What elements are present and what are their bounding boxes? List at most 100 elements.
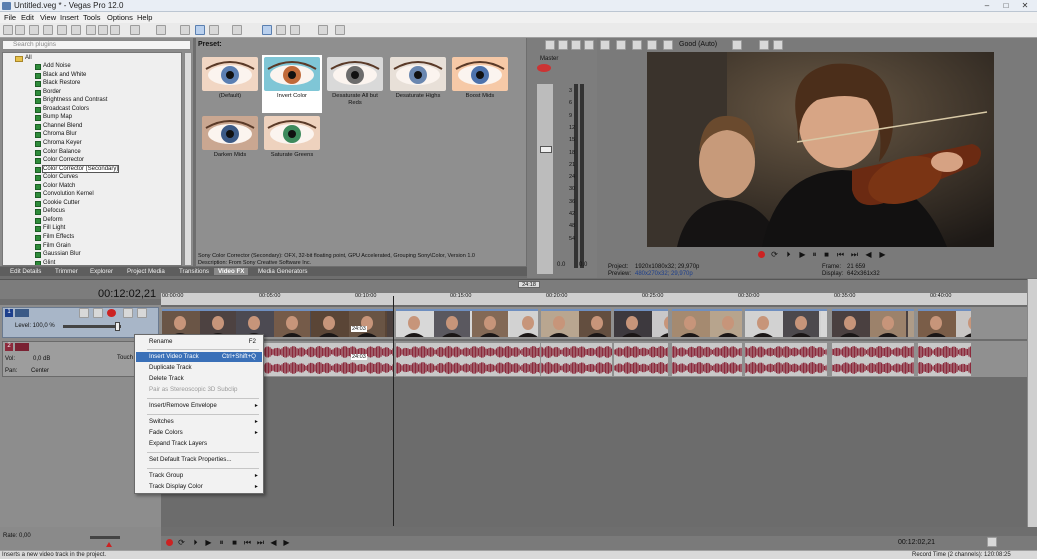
- fx-tree-scrollbar[interactable]: [184, 52, 192, 266]
- properties-icon[interactable]: [71, 25, 81, 35]
- maximize-button[interactable]: □: [999, 1, 1013, 10]
- go-to-start-icon[interactable]: ⏮: [243, 538, 252, 547]
- context-menu-item[interactable]: Insert Video Track Ctrl+Shift+Q: [136, 352, 262, 362]
- minimize-button[interactable]: –: [980, 1, 994, 10]
- open-icon[interactable]: [15, 25, 25, 35]
- context-menu-item[interactable]: Delete Track: [136, 374, 262, 384]
- preview-stop-icon[interactable]: ■: [822, 250, 831, 259]
- audio-clip[interactable]: [745, 343, 827, 376]
- fx-tree-item[interactable]: Border: [43, 89, 61, 95]
- context-menu-item[interactable]: Expand Track Layers: [136, 439, 262, 449]
- audio-clip[interactable]: [918, 343, 971, 376]
- preview-loop-icon[interactable]: ⟳: [770, 250, 779, 259]
- preview-quality-select[interactable]: Good (Auto): [679, 41, 717, 48]
- context-menu-item[interactable]: Switches ▸: [136, 417, 262, 427]
- render-icon[interactable]: [57, 25, 67, 35]
- tab-edit-details[interactable]: Edit Details: [6, 268, 45, 275]
- tab-project-media[interactable]: Project Media: [123, 268, 169, 275]
- fx-tree-item[interactable]: Color Corrector: [43, 157, 84, 163]
- fx-tree-item[interactable]: Fill Light: [43, 225, 65, 231]
- pause-icon[interactable]: ⏸: [217, 538, 226, 547]
- video-clip[interactable]: [311, 309, 393, 337]
- redo-icon[interactable]: [156, 25, 166, 35]
- play-icon[interactable]: ▶: [204, 538, 213, 547]
- menu-view[interactable]: View: [40, 13, 56, 22]
- preview-play-icon[interactable]: ▶: [798, 250, 807, 259]
- tab-trimmer[interactable]: Trimmer: [51, 268, 82, 275]
- overlays-icon[interactable]: [663, 40, 673, 50]
- timeline-vertical-scrollbar[interactable]: [1027, 279, 1037, 527]
- menu-help[interactable]: Help: [137, 13, 152, 22]
- track-mute-icon[interactable]: [123, 308, 133, 318]
- lock-envelopes-icon[interactable]: [318, 25, 328, 35]
- normal-edit-tool-icon[interactable]: [195, 25, 205, 35]
- fx-tree-item[interactable]: Channel Blend: [43, 123, 82, 129]
- preset-item[interactable]: Boost Mids: [450, 55, 510, 113]
- fx-tree-item[interactable]: Black Restore: [43, 80, 80, 86]
- audio-clip[interactable]: [672, 343, 742, 376]
- external-monitor-icon[interactable]: [616, 40, 626, 50]
- preview-go-to-end-icon[interactable]: ⏭: [850, 250, 859, 259]
- menu-edit[interactable]: Edit: [21, 13, 34, 22]
- previous-frame-icon[interactable]: ◀: [269, 538, 278, 547]
- fx-tree-item[interactable]: Color Corrector (Secondary): [41, 164, 120, 173]
- mixer-mute-icon[interactable]: [571, 40, 581, 50]
- copy-icon[interactable]: [98, 25, 108, 35]
- automation-mode[interactable]: Touch: [117, 355, 133, 361]
- split-screen-icon[interactable]: [647, 40, 657, 50]
- tab-transitions[interactable]: Transitions: [175, 268, 213, 275]
- trim-icon[interactable]: [180, 25, 190, 35]
- envelope-tool-icon[interactable]: [209, 25, 219, 35]
- timeline-ruler[interactable]: 00:00:00 00:05:00 00:10:00 00:15:00 00:2…: [161, 293, 1027, 305]
- video-clip[interactable]: [832, 309, 914, 337]
- save-as-icon[interactable]: [43, 25, 53, 35]
- copy-snapshot-icon[interactable]: [759, 40, 769, 50]
- preview-next-frame-icon[interactable]: ▶: [878, 250, 887, 259]
- cut-icon[interactable]: [86, 25, 96, 35]
- menu-options[interactable]: Options: [107, 13, 133, 22]
- new-icon[interactable]: [3, 25, 13, 35]
- audio-clip[interactable]: [614, 343, 668, 376]
- fx-tree-item[interactable]: Cookie Cutter: [43, 200, 80, 206]
- preset-item[interactable]: (Default): [200, 55, 260, 113]
- fx-tree-item[interactable]: Black and White: [43, 72, 86, 78]
- cursor-timecode[interactable]: 00:12:02,21: [98, 288, 156, 300]
- playhead-cursor[interactable]: [393, 296, 394, 526]
- ignore-grouping-icon[interactable]: [335, 25, 345, 35]
- preview-pause-icon[interactable]: ⏸: [810, 250, 819, 259]
- save-icon[interactable]: [29, 25, 39, 35]
- fx-tree-item[interactable]: Convolution Kernel: [43, 191, 94, 197]
- context-menu-item[interactable]: Insert/Remove Envelope ▸: [136, 401, 262, 411]
- auto-crossfade-icon[interactable]: [276, 25, 286, 35]
- fx-tree-item[interactable]: Color Curves: [43, 174, 78, 180]
- preset-item[interactable]: Darken Mids: [200, 114, 260, 172]
- paste-icon[interactable]: [110, 25, 120, 35]
- audio-clip[interactable]: [396, 343, 540, 376]
- audio-clip[interactable]: [832, 343, 914, 376]
- fx-tree-item[interactable]: Chroma Blur: [43, 131, 77, 137]
- close-button[interactable]: ✕: [1018, 1, 1032, 10]
- fx-tree-item[interactable]: Color Balance: [43, 149, 81, 155]
- master-fader-handle[interactable]: [540, 146, 552, 153]
- selection-tool-icon[interactable]: [232, 25, 242, 35]
- preview-prev-frame-icon[interactable]: ◀: [864, 250, 873, 259]
- undo-icon[interactable]: [130, 25, 140, 35]
- auto-ripple-icon[interactable]: [290, 25, 300, 35]
- stop-icon[interactable]: ■: [230, 538, 239, 547]
- search-input[interactable]: Search plugins: [2, 40, 191, 50]
- context-menu-item[interactable]: Fade Colors ▸: [136, 428, 262, 438]
- fx-tree-item[interactable]: Chroma Keyer: [43, 140, 82, 146]
- fx-tree-item[interactable]: Broadcast Colors: [43, 106, 89, 112]
- loop-playback-icon[interactable]: ⟳: [177, 538, 186, 547]
- record-icon[interactable]: [166, 539, 173, 546]
- snapping-icon[interactable]: [262, 25, 272, 35]
- fx-tree-item[interactable]: Film Grain: [43, 243, 71, 249]
- preview-properties-icon[interactable]: [600, 40, 610, 50]
- master-fader-track[interactable]: [537, 84, 553, 274]
- track-motion-icon[interactable]: [79, 308, 89, 318]
- rate-slider[interactable]: [90, 536, 120, 539]
- preview-fx-icon[interactable]: [632, 40, 642, 50]
- zoom-icon[interactable]: [987, 537, 997, 547]
- menu-file[interactable]: File: [4, 13, 16, 22]
- preset-item[interactable]: Desaturate Highs: [388, 55, 448, 113]
